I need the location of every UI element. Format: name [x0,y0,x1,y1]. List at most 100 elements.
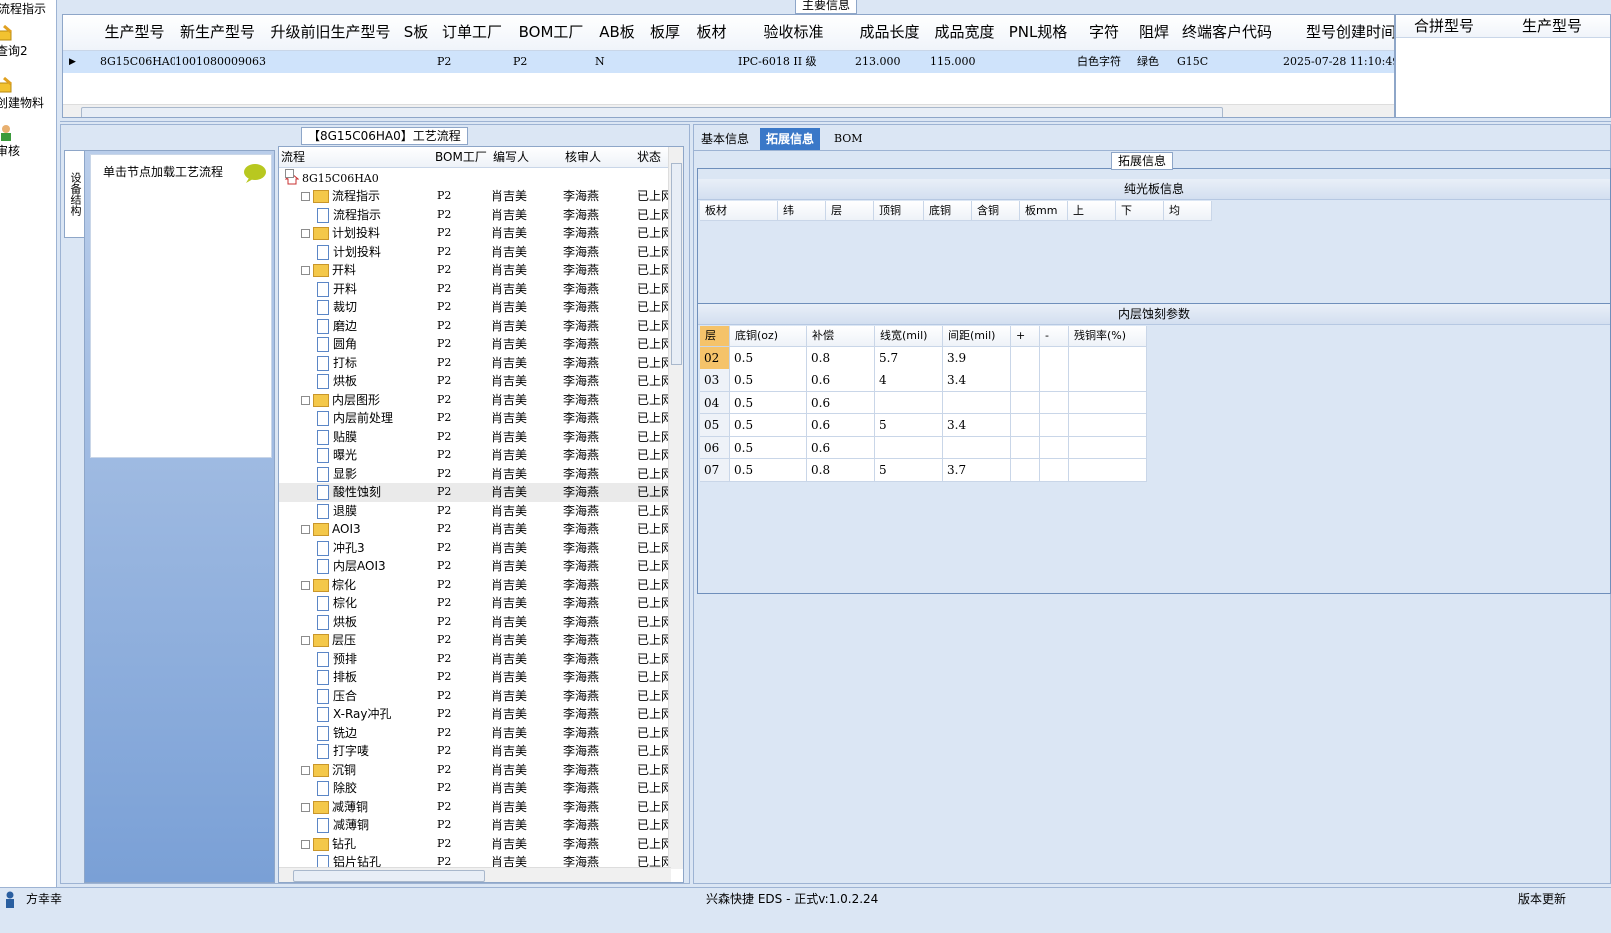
plain-board-col-header[interactable]: 纬 [778,201,826,221]
etch-cell[interactable]: 0.5 [730,347,807,370]
tree-col-header[interactable]: 编写人 [487,147,566,168]
tree-node[interactable]: 计划投料 P2 肖吉美 李海燕 已上网 [279,243,671,262]
collapse-icon[interactable]: − [301,636,310,645]
collapse-icon[interactable]: − [301,839,310,849]
tree-node[interactable]: − 减薄铜 P2 肖吉美 李海燕 已上网 [279,798,671,817]
etch-cell[interactable]: 0.5 [730,459,807,482]
col-header[interactable]: 生产型号 [1492,15,1610,38]
tree-node[interactable]: 烘板 P2 肖吉美 李海燕 已上网 [279,372,671,391]
etch-cell[interactable]: 0.6 [807,369,875,392]
etch-cell[interactable] [1011,436,1040,460]
plain-board-col-header[interactable]: 层 [826,201,874,221]
etch-cell[interactable]: 0.5 [730,369,807,392]
load-flow-card[interactable]: 单击节点加载工艺流程 [90,154,272,458]
plain-board-col-header[interactable]: 板mm [1020,201,1068,221]
nav-item-create-material[interactable]: 创建物料 [0,76,51,111]
col-header[interactable]: 型号创建时间 [1280,15,1394,51]
tree-node[interactable]: 打字唛 P2 肖吉美 李海燕 已上网 [279,742,671,761]
tree-node[interactable]: 内层AOI3 P2 肖吉美 李海燕 已上网 [279,557,671,576]
etch-cell[interactable]: 5 [875,459,943,482]
tree-node[interactable]: − 内层图形 P2 肖吉美 李海燕 已上网 [279,391,671,410]
tree-node[interactable]: − 层压 P2 肖吉美 李海燕 已上网 [279,631,671,650]
etch-cell[interactable]: 0.8 [807,347,875,370]
tab-bom[interactable]: BOM [828,128,869,150]
collapse-icon[interactable]: − [301,525,310,534]
col-header[interactable]: 板材 [688,15,736,51]
col-header[interactable]: 字符 [1074,15,1135,51]
etch-cell[interactable]: 0.5 [730,436,807,460]
etch-cell[interactable]: 5.7 [875,347,943,370]
col-header[interactable]: 成品长度 [852,15,928,51]
tree-node[interactable]: 排板 P2 肖吉美 李海燕 已上网 [279,668,671,687]
tree-col-header[interactable]: BOM工厂 [433,147,490,168]
col-header[interactable]: 升级前旧生产型号 [263,15,399,51]
tree-col-header[interactable]: 流程 [279,147,436,168]
etch-cell[interactable] [1069,414,1147,437]
col-header[interactable]: 成品宽度 [927,15,1003,51]
scrollbar-thumb[interactable] [671,163,682,365]
col-header[interactable]: 验收标准 [735,15,853,51]
etch-cell[interactable] [1069,436,1147,460]
etch-cell[interactable] [1011,391,1040,415]
etch-row-header[interactable]: 05 [700,414,730,437]
etch-cell[interactable]: 0.6 [807,391,875,415]
etch-cell[interactable] [1011,459,1040,482]
etch-cell[interactable]: 0.5 [730,391,807,415]
plain-board-col-header[interactable]: 顶铜 [874,201,924,221]
etch-row-header[interactable]: 06 [700,436,730,460]
col-header[interactable]: 终端客户代码 [1174,15,1281,51]
etch-col-header[interactable]: 补偿 [807,326,875,347]
etch-col-header[interactable]: + [1011,326,1040,347]
etch-cell[interactable]: 3.9 [943,347,1011,370]
etch-cell[interactable]: 3.4 [943,414,1011,437]
etch-col-header[interactable]: 层 [700,326,730,347]
tab-extended-info[interactable]: 拓展信息 [760,128,821,150]
collapse-icon[interactable]: − [301,192,310,201]
etch-col-header[interactable]: 底铜(oz) [730,326,807,347]
etch-cell[interactable]: 0.6 [807,436,875,460]
scrollbar-thumb[interactable] [81,107,1223,117]
tree-node[interactable]: 贴膜 P2 肖吉美 李海燕 已上网 [279,428,671,447]
etch-cell[interactable]: 3.7 [943,459,1011,482]
nav-item-process[interactable]: 流程指示 [0,0,53,17]
tree-node[interactable]: 开料 P2 肖吉美 李海燕 已上网 [279,280,671,299]
vertical-scrollbar[interactable] [668,147,683,869]
etch-cell[interactable] [1040,369,1069,392]
etch-cell[interactable] [1069,391,1147,415]
etch-cell[interactable] [943,391,1011,415]
tree-node[interactable]: 流程指示 P2 肖吉美 李海燕 已上网 [279,206,671,225]
etch-cell[interactable] [943,436,1011,460]
etch-cell[interactable] [1040,347,1069,370]
tree-node[interactable]: − 钻孔 P2 肖吉美 李海燕 已上网 [279,835,671,854]
etch-row-header[interactable]: 04 [700,391,730,415]
plain-board-col-header[interactable]: 板材 [700,201,778,221]
tree-node[interactable]: − 计划投料 P2 肖吉美 李海燕 已上网 [279,224,671,243]
device-structure-tab[interactable]: 设备结构 [64,150,84,238]
col-header[interactable]: AB板 [592,15,643,51]
collapse-icon[interactable]: − [301,266,310,275]
tree-node[interactable]: − AOI3 P2 肖吉美 李海燕 已上网 [279,520,671,539]
tree-node[interactable]: 除胶 P2 肖吉美 李海燕 已上网 [279,779,671,798]
col-header[interactable]: 新生产型号 [172,15,264,51]
tree-node[interactable]: 圆角 P2 肖吉美 李海燕 已上网 [279,335,671,354]
collapse-icon[interactable]: − [301,802,310,812]
col-header[interactable]: PNL规格 [1002,15,1075,51]
tree-node[interactable]: − 沉铜 P2 肖吉美 李海燕 已上网 [279,761,671,780]
status-update-link[interactable]: 版本更新 [1518,888,1566,911]
col-header[interactable]: 生产型号 [97,15,173,51]
plain-board-col-header[interactable]: 下 [1116,201,1164,221]
etch-cell[interactable]: 5 [875,414,943,437]
etch-col-header[interactable]: 间距(mil) [943,326,1011,347]
etch-cell[interactable] [1069,347,1147,370]
etch-cell[interactable] [1011,347,1040,370]
collapse-icon[interactable]: − [301,765,310,775]
etch-row-header[interactable]: 07 [700,459,730,482]
tree-node[interactable]: − 开料 P2 肖吉美 李海燕 已上网 [279,261,671,280]
etch-cell[interactable] [1040,459,1069,482]
tree-node[interactable]: 磨边 P2 肖吉美 李海燕 已上网 [279,317,671,336]
etch-row-header[interactable]: 03 [700,369,730,392]
horizontal-scrollbar[interactable] [63,104,1394,117]
etch-cell[interactable]: 4 [875,369,943,392]
tree-node[interactable]: 冲孔3 P2 肖吉美 李海燕 已上网 [279,539,671,558]
etch-cell[interactable] [1069,459,1147,482]
